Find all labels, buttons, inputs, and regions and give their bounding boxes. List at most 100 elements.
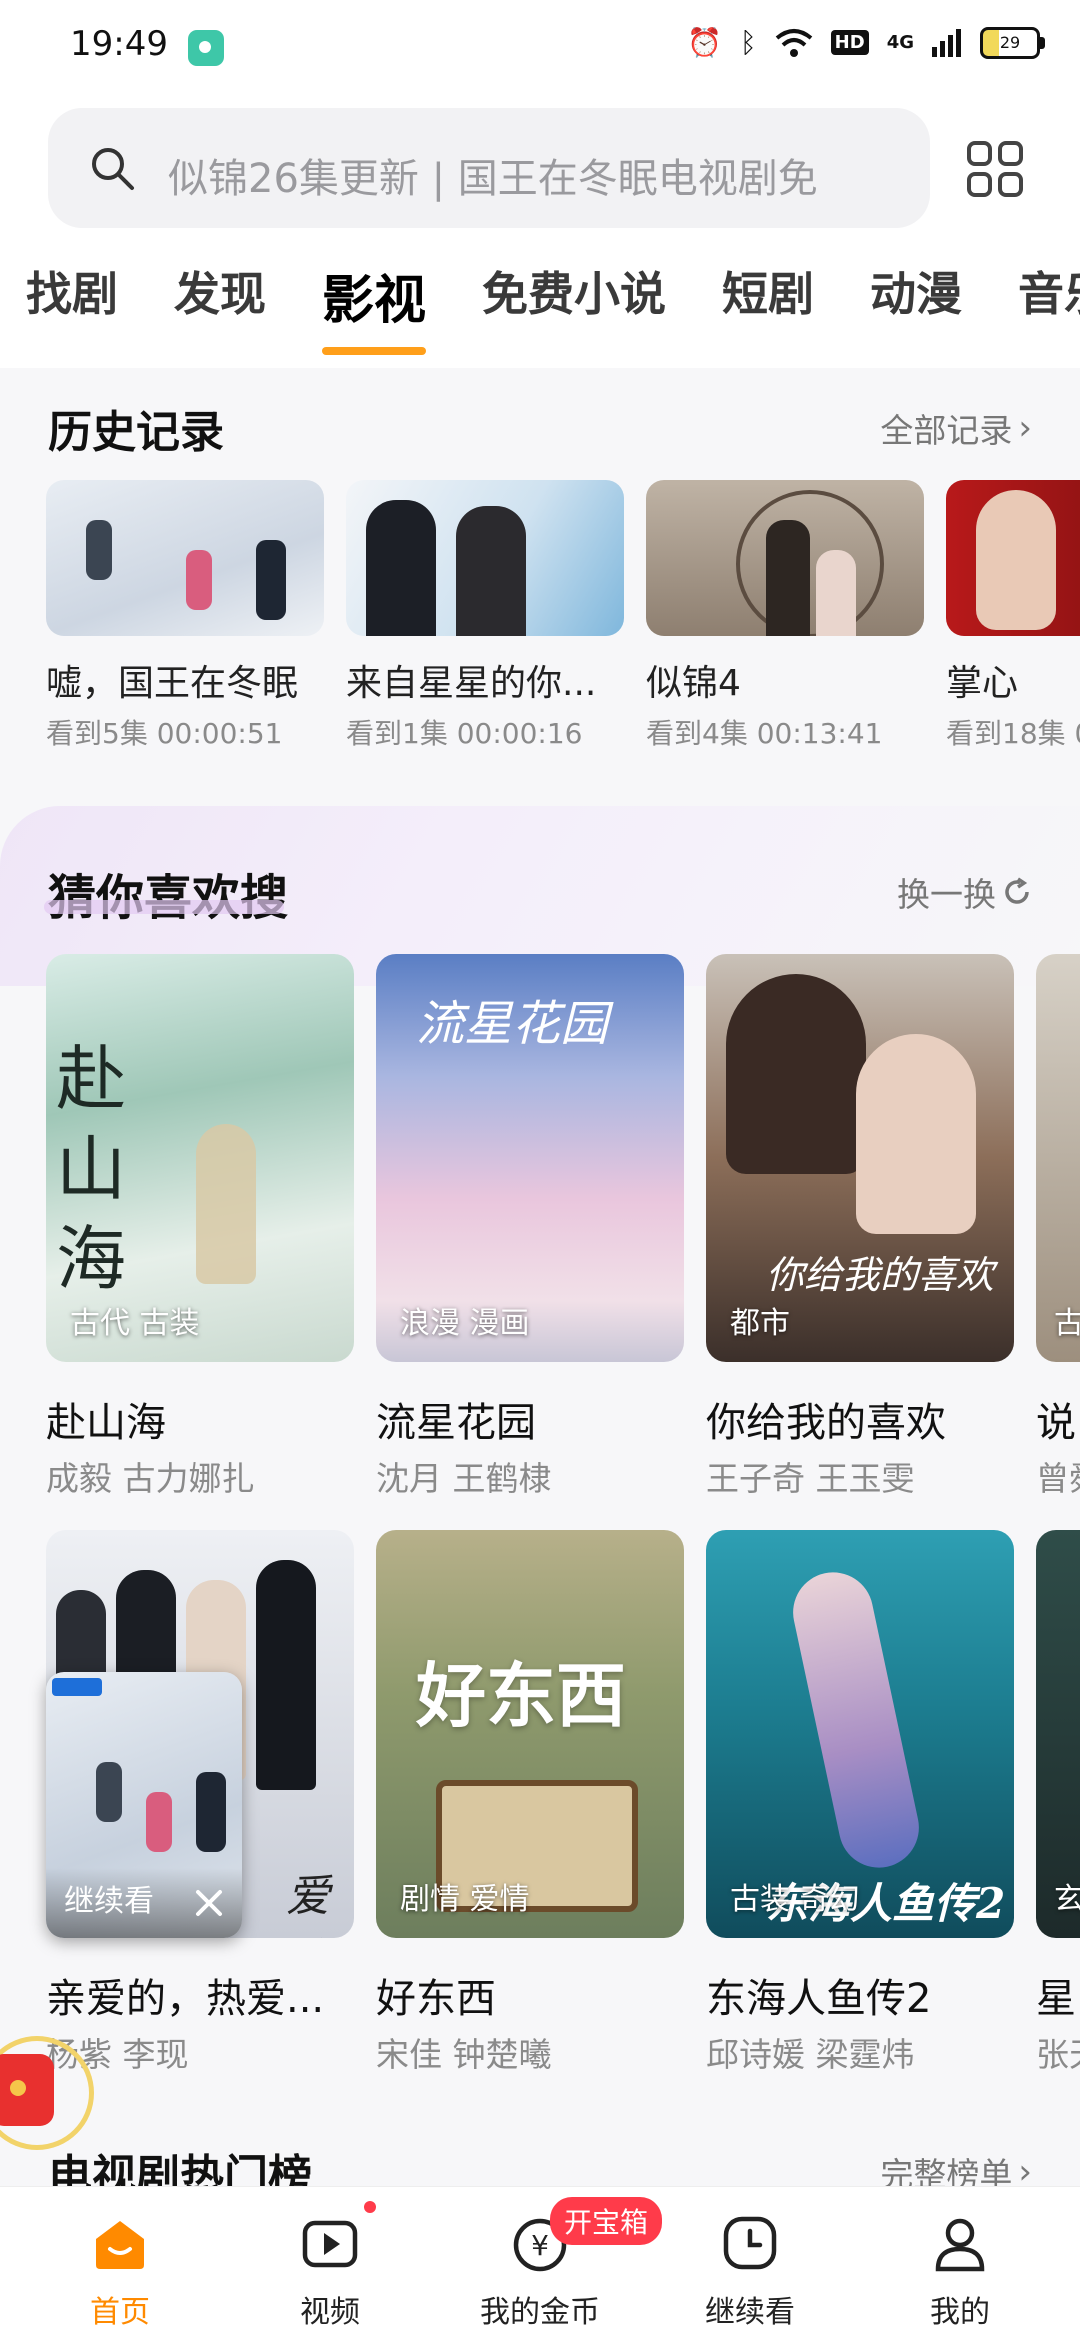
poster-card[interactable]: 你给我的喜欢 都市 [706, 954, 1014, 1362]
nav-video[interactable]: 视频 [222, 2187, 438, 2341]
nav-coins[interactable]: ¥ 开宝箱 我的金币 [432, 2187, 663, 2341]
nav-label: 我的金币 [480, 2295, 600, 2330]
apps-grid-icon[interactable] [966, 140, 1024, 198]
history-item-title: 来自星星的你... [346, 663, 597, 704]
history-item-progress: 看到5集 00:00:51 [46, 717, 283, 750]
poster-title: 赴山海 [46, 1400, 166, 1446]
poster-card[interactable]: 流星花园 浪漫 漫画 [376, 954, 684, 1362]
category-tabs: 找剧 发现 影视 免费小说 短剧 动漫 音乐 [26, 258, 1080, 355]
search-placeholder: 似锦26集更新 | 国王在冬眠电视剧免 [168, 156, 818, 202]
poster-art-text: 好东西 [416, 1654, 626, 1737]
poster-cast: 王子奇 王玉雯 [706, 1459, 915, 1498]
history-thumbnail [646, 480, 924, 636]
poster-card[interactable]: 东海人鱼传2 古装 奇幻 [706, 1530, 1014, 1938]
poster-title: 流星花园 [376, 1400, 536, 1446]
poster-figure [196, 1124, 256, 1284]
nav-label: 首页 [90, 2295, 150, 2330]
close-icon[interactable] [194, 1888, 224, 1918]
signal-label: 4G [886, 32, 914, 53]
alarm-icon: ⏰ [686, 26, 722, 59]
battery-level: 29 [999, 33, 1021, 52]
poster-title: 说无 [1036, 1400, 1080, 1446]
history-item[interactable]: 掌心 看到18集 0 [946, 480, 1080, 752]
tab-anime[interactable]: 动漫 [870, 258, 962, 333]
nav-label: 视频 [300, 2295, 360, 2330]
poster-title: 星月 [1036, 1976, 1080, 2022]
poster-card[interactable]: 古 [1036, 954, 1080, 1362]
bottom-nav: 首页 视频 ¥ 开宝箱 我的金币 继续看 我的 [0, 2186, 1080, 2341]
history-item-progress: 看到1集 00:00:16 [346, 717, 583, 750]
video-icon [302, 2220, 358, 2268]
title-highlight [44, 900, 284, 914]
battery-icon: 29 [980, 26, 1045, 59]
history-thumbnail [346, 480, 624, 636]
nav-label: 继续看 [705, 2295, 795, 2330]
nav-label: 我的 [930, 2295, 990, 2330]
poster-cast: 杨紫 李现 [46, 2035, 189, 2074]
history-item-title: 嘘，国王在冬眠 [46, 663, 299, 704]
poster-tag: 古 [1054, 1306, 1080, 1341]
app-notification-icon [188, 30, 224, 66]
tab-discover[interactable]: 发现 [174, 258, 266, 333]
tab-short-drama[interactable]: 短剧 [722, 258, 814, 333]
search-bar[interactable]: 似锦26集更新 | 国王在冬眠电视剧免 [48, 108, 930, 228]
poster-title: 你给我的喜欢 [706, 1400, 946, 1446]
history-item[interactable]: 似锦4 看到4集 00:13:41 [646, 480, 924, 752]
history-item-title: 掌心 [946, 663, 1019, 704]
tab-free-novel[interactable]: 免费小说 [482, 258, 666, 333]
poster-title: 亲爱的，热爱... [46, 1976, 325, 2022]
nav-profile[interactable]: 我的 [852, 2187, 1068, 2341]
mini-player-logo [52, 1678, 102, 1696]
refresh-button[interactable]: 换一换 [897, 868, 1032, 916]
mini-player[interactable]: 继续看 [46, 1672, 242, 1938]
history-item-title: 似锦4 [646, 663, 741, 704]
refresh-icon [1005, 877, 1029, 904]
poster-tag: 都市 [730, 1306, 790, 1341]
poster-cast: 曾舜 [1036, 1459, 1080, 1498]
home-icon [96, 2221, 144, 2269]
poster-cast: 宋佳 钟楚曦 [376, 2035, 552, 2074]
history-thumbnail [946, 480, 1080, 636]
nav-continue[interactable]: 继续看 [642, 2187, 858, 2341]
poster-card[interactable]: 玄 [1036, 1530, 1080, 1938]
history-item[interactable]: 来自星星的你... 看到1集 00:00:16 [346, 480, 624, 752]
tab-find-drama[interactable]: 找剧 [26, 258, 118, 333]
tab-music[interactable]: 音乐 [1018, 258, 1080, 333]
search-icon [92, 148, 134, 190]
chevron-right-icon: › [1018, 408, 1032, 448]
status-icons: ⏰ ᛒ HD 4G 29 [686, 26, 1045, 59]
poster-title: 东海人鱼传2 [706, 1976, 932, 2022]
poster-art-text: 爱的 [286, 1871, 330, 1938]
mini-player-label: 继续看 [64, 1884, 154, 1919]
wifi-icon [775, 28, 812, 57]
poster-tag: 剧情 爱情 [400, 1882, 530, 1917]
nav-home[interactable]: 首页 [12, 2187, 228, 2341]
refresh-label: 换一换 [897, 875, 996, 914]
history-thumbnail [46, 480, 324, 636]
history-all-label: 全部记录 [880, 411, 1013, 450]
user-icon [935, 2218, 985, 2272]
history-all-link[interactable]: 全部记录 › [880, 404, 1032, 452]
history-item-progress: 看到18集 0 [946, 717, 1080, 750]
history-item[interactable]: 嘘，国王在冬眠 看到5集 00:00:51 [46, 480, 324, 752]
recommend-title: 猜你喜欢搜 [48, 870, 289, 926]
poster-title: 好东西 [376, 1976, 496, 2022]
poster-tag: 浪漫 漫画 [400, 1306, 530, 1341]
poster-tag: 古装 奇幻 [730, 1882, 860, 1917]
poster-card[interactable]: 好东西 剧情 爱情 [376, 1530, 684, 1938]
tab-film-tv[interactable]: 影视 [322, 258, 427, 355]
svg-text:¥: ¥ [531, 2229, 549, 2262]
notification-dot [364, 2201, 376, 2213]
red-envelope-icon[interactable] [0, 2054, 54, 2126]
history-title: 历史记录 [48, 407, 224, 458]
status-bar: 19:49 ⏰ ᛒ HD 4G 29 [0, 0, 1080, 96]
clock-icon [723, 2216, 777, 2270]
poster-tag: 古代 古装 [70, 1306, 200, 1341]
signal-icon [932, 28, 961, 57]
history-item-progress: 看到4集 00:13:41 [646, 717, 883, 750]
poster-card[interactable]: 赴山海 古代 古装 [46, 954, 354, 1362]
poster-cast: 沈月 王鹤棣 [376, 1459, 552, 1498]
poster-cast: 成毅 古力娜扎 [46, 1459, 255, 1498]
poster-cast: 张天 [1036, 2035, 1080, 2074]
poster-tag: 玄 [1054, 1882, 1080, 1917]
